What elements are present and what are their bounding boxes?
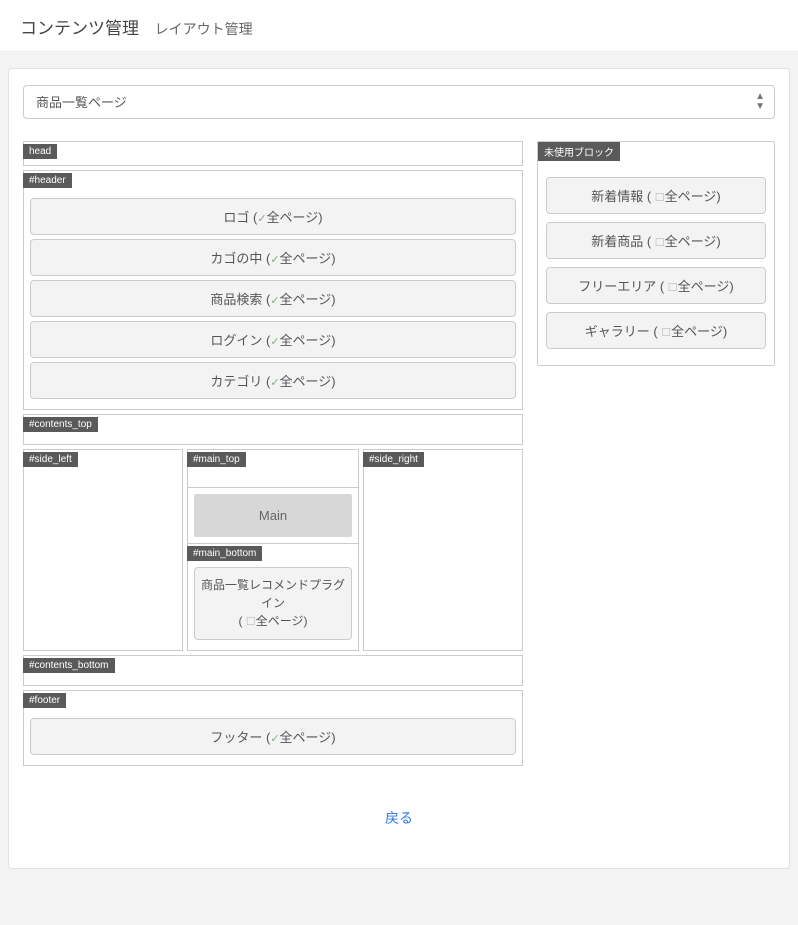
block-free-area[interactable]: フリーエリア ( ☐全ページ) [546, 267, 766, 304]
page-select[interactable]: 商品一覧ページ [23, 85, 775, 119]
check-icon: ✓ [270, 295, 279, 307]
zone-label-footer: #footer [23, 693, 66, 708]
back-link[interactable]: 戻る [385, 810, 413, 826]
unused-label: 未使用ブロック [538, 142, 620, 161]
check-icon: ✓ [270, 377, 279, 389]
check-icon: ✓ [270, 733, 279, 745]
main-panel: 商品一覧ページ ▲▼ head #header ロゴ [8, 68, 790, 869]
zone-contents-bottom[interactable]: #contents_bottom [23, 655, 523, 686]
block-new-products[interactable]: 新着商品 ( ☐全ページ) [546, 222, 766, 259]
zone-label-main-top: #main_top [187, 452, 246, 467]
page-subtitle: レイアウト管理 [155, 21, 253, 37]
zone-contents-top[interactable]: #contents_top [23, 414, 523, 445]
page-title: コンテンツ管理 [20, 19, 139, 38]
check-icon: ✓ [257, 213, 266, 225]
checkbox-off-icon: ☐ [655, 192, 665, 204]
block-footer[interactable]: フッター (✓全ページ) [30, 718, 516, 755]
block-login[interactable]: ログイン (✓全ページ) [30, 321, 516, 358]
page-header: コンテンツ管理 レイアウト管理 [0, 0, 798, 52]
zone-main: Main [187, 487, 359, 543]
block-category[interactable]: カテゴリ (✓全ページ) [30, 362, 516, 399]
check-icon: ✓ [270, 336, 279, 348]
layout-column: head #header ロゴ (✓全ページ) カゴの中 ( [23, 141, 523, 770]
zone-header[interactable]: #header ロゴ (✓全ページ) カゴの中 (✓全ページ) [23, 170, 523, 410]
main-block: Main [194, 494, 352, 537]
zone-head[interactable]: head [23, 141, 523, 166]
block-logo[interactable]: ロゴ (✓全ページ) [30, 198, 516, 235]
check-icon: ✓ [270, 254, 279, 266]
zone-side-right[interactable]: #side_right [363, 449, 523, 651]
zone-label-side-right: #side_right [363, 452, 424, 467]
checkbox-off-icon: ☐ [668, 282, 678, 294]
zone-label-contents-top: #contents_top [23, 417, 98, 432]
block-recommend-plugin[interactable]: 商品一覧レコメンドプラグイン ( ☐全ページ) [194, 567, 352, 640]
checkbox-off-icon: ☐ [655, 237, 665, 249]
zone-label-contents-bottom: #contents_bottom [23, 658, 115, 673]
block-gallery[interactable]: ギャラリー ( ☐全ページ) [546, 312, 766, 349]
zone-footer[interactable]: #footer フッター (✓全ページ) [23, 690, 523, 766]
zone-main-top[interactable]: #main_top [187, 449, 359, 487]
checkbox-off-icon: ☐ [246, 616, 256, 628]
zone-label-header: #header [23, 173, 72, 188]
zone-label-head: head [23, 144, 57, 159]
zone-label-side-left: #side_left [23, 452, 78, 467]
checkbox-off-icon: ☐ [661, 327, 671, 339]
zone-main-bottom[interactable]: #main_bottom 商品一覧レコメンドプラグイン ( ☐全ページ) [187, 543, 359, 651]
block-search[interactable]: 商品検索 (✓全ページ) [30, 280, 516, 317]
zone-side-left[interactable]: #side_left [23, 449, 183, 651]
zone-label-main-bottom: #main_bottom [187, 546, 262, 561]
unused-blocks-panel: 未使用ブロック 新着情報 ( ☐全ページ) 新着商品 ( ☐全ページ) [537, 141, 775, 366]
block-cart[interactable]: カゴの中 (✓全ページ) [30, 239, 516, 276]
block-news[interactable]: 新着情報 ( ☐全ページ) [546, 177, 766, 214]
